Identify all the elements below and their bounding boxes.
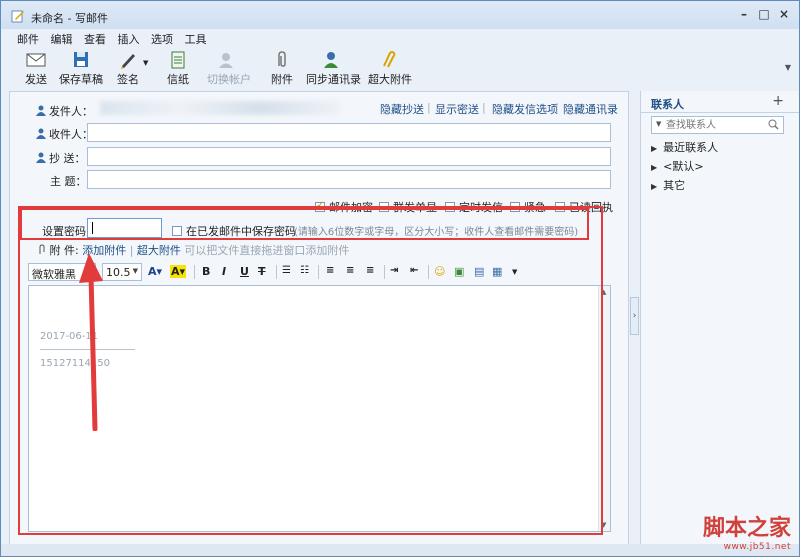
compose-window: 未命名 - 写邮件 – □ × 邮件 编辑 查看 插入 选项 工具 发送 保存草… bbox=[0, 0, 800, 557]
switch-account-label: 切换帐户 bbox=[207, 73, 251, 86]
group-recent[interactable]: ▶ 最近联系人 bbox=[651, 139, 718, 155]
subject-input[interactable] bbox=[87, 170, 611, 189]
cc-input[interactable] bbox=[87, 147, 611, 166]
menu-options[interactable]: 选项 bbox=[151, 31, 173, 47]
person-icon bbox=[36, 128, 46, 139]
person-icon bbox=[36, 152, 46, 163]
to-label: 收件人： bbox=[36, 126, 93, 142]
toolbar-expand-icon[interactable]: ▼ bbox=[785, 63, 791, 72]
menu-insert[interactable]: 插入 bbox=[118, 31, 140, 47]
title-bar: 未命名 - 写邮件 – □ × bbox=[1, 1, 799, 29]
menu-edit[interactable]: 编辑 bbox=[51, 31, 73, 47]
menu-view[interactable]: 查看 bbox=[84, 31, 106, 47]
add-contact-button[interactable]: + bbox=[772, 93, 784, 109]
toolbar: 发送 保存草稿 签名 ▼ 信纸 切换帐户 附件 同步通讯录 超大附件 ▼ bbox=[1, 47, 799, 89]
stationery-button[interactable]: 信纸 bbox=[165, 47, 191, 87]
envelope-icon bbox=[26, 53, 46, 67]
search-icon[interactable] bbox=[768, 119, 779, 130]
attachment-button[interactable]: 附件 bbox=[269, 47, 295, 87]
from-label: 发件人： bbox=[36, 103, 93, 119]
large-attachment-label: 超大附件 bbox=[368, 73, 412, 86]
hide-contacts-link[interactable]: 隐藏通讯录 bbox=[563, 101, 618, 117]
subject-label: 主 题： bbox=[50, 175, 87, 188]
red-arrow-annotation bbox=[79, 253, 103, 431]
contacts-title: 联系人 bbox=[651, 98, 684, 111]
save-draft-label: 保存草稿 bbox=[59, 73, 103, 86]
send-label: 发送 bbox=[25, 73, 47, 86]
menu-bar: 邮件 编辑 查看 插入 选项 工具 bbox=[17, 31, 215, 47]
from-address-redacted bbox=[100, 101, 340, 115]
save-draft-button[interactable]: 保存草稿 bbox=[59, 47, 103, 87]
expand-icon: ▶ bbox=[651, 144, 658, 153]
compose-app-icon bbox=[11, 10, 24, 23]
sync-contacts-label: 同步通讯录 bbox=[306, 73, 361, 86]
floppy-icon bbox=[74, 52, 88, 67]
pane-splitter[interactable]: › bbox=[630, 297, 639, 335]
send-button[interactable]: 发送 bbox=[21, 47, 51, 87]
stationery-icon bbox=[171, 51, 185, 69]
menu-tools[interactable]: 工具 bbox=[185, 31, 207, 47]
watermark: 脚本之家 www.jb51.net bbox=[703, 510, 791, 552]
maximize-button[interactable]: □ bbox=[756, 7, 772, 21]
signature-button[interactable]: 签名 bbox=[113, 47, 143, 87]
hide-cc-link[interactable]: 隐藏抄送 bbox=[380, 101, 424, 117]
show-bcc-link[interactable]: 显示密送 bbox=[435, 101, 479, 117]
person-icon bbox=[36, 105, 46, 116]
close-button[interactable]: × bbox=[776, 7, 792, 21]
paperclip-icon bbox=[278, 51, 286, 67]
group-default[interactable]: ▶ <默认> bbox=[651, 158, 704, 174]
contacts-sync-icon bbox=[324, 52, 338, 68]
attachment-label: 附件 bbox=[271, 73, 293, 86]
switch-account-button[interactable]: 切换帐户 bbox=[207, 47, 251, 87]
expand-icon: ▶ bbox=[651, 182, 658, 191]
watermark-logo: 脚本之家 bbox=[702, 515, 791, 541]
stationery-label: 信纸 bbox=[167, 73, 189, 86]
watermark-url: www.jb51.net bbox=[723, 542, 791, 552]
switch-user-icon bbox=[219, 53, 233, 68]
expand-icon: ▶ bbox=[651, 163, 658, 172]
contact-search-box[interactable]: ▼ bbox=[651, 116, 784, 134]
contact-search-input[interactable] bbox=[666, 118, 766, 132]
large-paperclip-icon bbox=[383, 51, 396, 68]
pen-icon bbox=[121, 54, 135, 69]
status-bar bbox=[1, 544, 799, 556]
window-title: 未命名 - 写邮件 bbox=[31, 12, 108, 25]
to-input[interactable] bbox=[87, 123, 611, 142]
signature-label: 签名 bbox=[117, 73, 139, 86]
contacts-pane: 联系人 + ▼ ▶最近联系人 ▶<默认> ▶其它 bbox=[640, 91, 799, 545]
cc-label: 抄 送： bbox=[36, 150, 86, 166]
menu-mail[interactable]: 邮件 bbox=[17, 31, 39, 47]
group-other[interactable]: ▶ 其它 bbox=[651, 177, 685, 193]
minimize-button[interactable]: – bbox=[736, 7, 752, 21]
hide-send-options-link[interactable]: 隐藏发信选项 bbox=[492, 101, 558, 117]
large-attachment-button[interactable]: 超大附件 bbox=[368, 47, 412, 87]
search-dropdown-icon[interactable]: ▼ bbox=[656, 120, 661, 128]
sync-contacts-button[interactable]: 同步通讯录 bbox=[306, 47, 361, 87]
